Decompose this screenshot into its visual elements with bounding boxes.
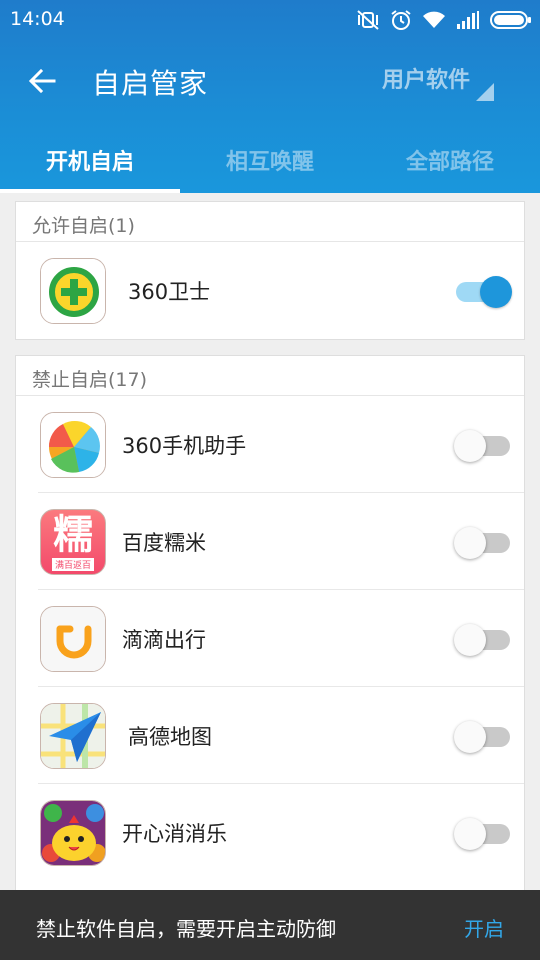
alarm-icon [391,10,411,30]
list-item: 360卫士 [38,242,524,339]
app-name: 360手机助手 [122,434,247,458]
360-security-icon [40,258,106,324]
back-button[interactable] [22,64,62,98]
autostart-toggle[interactable] [454,276,512,308]
app-name: 高德地图 [128,725,212,749]
app-name: 百度糯米 [122,531,206,555]
tab-all-paths[interactable]: 全部路径 [360,122,540,193]
tab-boot-autostart[interactable]: 开机自启 [0,122,180,193]
wifi-icon [423,11,445,28]
status-icons [356,7,532,33]
app-name: 开心消消乐 [122,822,227,846]
autostart-toggle[interactable] [454,430,512,462]
page-title: 自启管家 [92,67,209,100]
allowed-card: 允许自启(1) 360卫士 [15,201,525,340]
snackbar: 禁止软件自启，需要开启主动防御 开启 [0,890,540,960]
nuomi-icon-glyph: 糯 [53,512,93,558]
status-time: 14:04 [10,8,65,30]
autostart-toggle[interactable] [454,721,512,753]
autostart-toggle[interactable] [454,818,512,850]
enable-defense-button[interactable]: 开启 [464,913,504,942]
didi-icon [40,606,106,672]
list-item: 开心消消乐 [38,784,524,881]
blocked-header: 禁止自启(17) [16,356,524,396]
app-header: 14:04 自启管家 用户软件 开机自启 相互唤醒 全部路径 [0,0,540,193]
app-name: 滴滴出行 [122,628,206,652]
snackbar-message: 禁止软件自启，需要开启主动防御 [36,917,336,941]
battery-icon [490,11,531,29]
vibrate-mute-icon [357,10,379,30]
nuomi-icon-caption: 满百返百 [51,558,94,571]
signal-icon [457,11,479,29]
status-bar: 14:04 [0,0,540,40]
dropdown-corner-icon [476,83,494,101]
autostart-toggle[interactable] [454,624,512,656]
blocked-card: 禁止自启(17) 360手机助手 糯 满百返百 百度糯米 滴滴出行 高德地图 开… [15,355,525,895]
list-item: 360手机助手 [38,396,524,493]
toolbar: 自启管家 用户软件 [0,40,540,122]
list-item: 高德地图 [38,687,524,784]
amap-icon [40,703,106,769]
baidu-nuomi-icon: 糯 满百返百 [40,509,106,575]
allowed-header: 允许自启(1) [16,202,524,242]
app-name: 360卫士 [128,280,211,304]
autostart-toggle[interactable] [454,527,512,559]
arrow-left-icon [28,68,56,94]
list-item: 糯 满百返百 百度糯米 [38,493,524,590]
happy-elimination-icon [40,800,106,866]
software-filter-dropdown[interactable]: 用户软件 [382,62,470,94]
tab-bar: 开机自启 相互唤醒 全部路径 [0,122,540,193]
list-item: 滴滴出行 [38,590,524,687]
360-assistant-icon [40,412,106,478]
tab-mutual-wakeup[interactable]: 相互唤醒 [180,122,360,193]
